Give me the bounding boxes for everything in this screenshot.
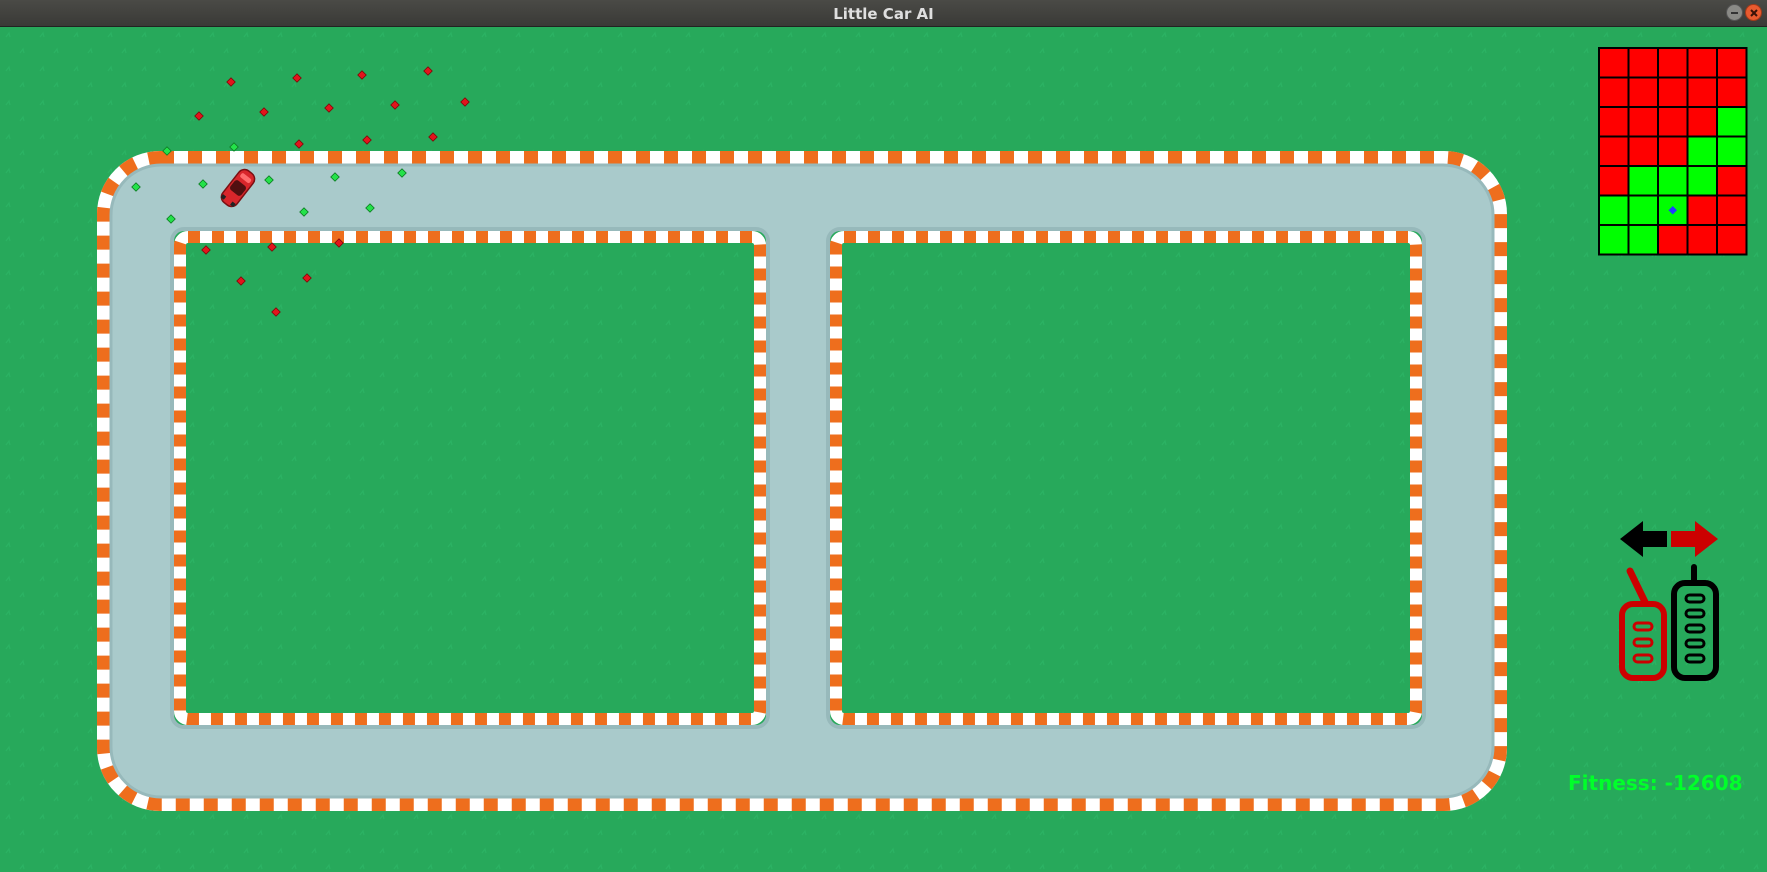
race-scene: [0, 27, 1767, 872]
grid-cell: [1718, 137, 1746, 165]
grid-cell: [1688, 226, 1716, 254]
fitness-score: Fitness: -12608: [1568, 771, 1743, 795]
inner-island-right: [830, 231, 1422, 725]
grid-cell: [1600, 78, 1628, 106]
grid-cell: [1718, 196, 1746, 224]
grid-cell: [1629, 167, 1657, 195]
grid-cell: [1600, 226, 1628, 254]
close-button[interactable]: [1745, 4, 1762, 21]
grid-cell: [1659, 78, 1687, 106]
grid-cell: [1718, 167, 1746, 195]
minimize-button[interactable]: [1726, 4, 1743, 21]
grid-cell: [1718, 108, 1746, 136]
grid-cell: [1600, 137, 1628, 165]
grid-cell: [1629, 49, 1657, 77]
grid-cell: [1629, 196, 1657, 224]
inner-island-left: [174, 231, 766, 725]
grid-cell: [1629, 137, 1657, 165]
perception-grid: [1598, 47, 1748, 256]
game-window: Little Car AI Fitness: -12608: [0, 0, 1767, 872]
grid-cell: [1688, 167, 1716, 195]
grid-cell: [1629, 226, 1657, 254]
grid-cell: [1629, 108, 1657, 136]
grid-cell: [1688, 49, 1716, 77]
grid-cell: [1600, 108, 1628, 136]
grid-cell: [1688, 78, 1716, 106]
grid-cell: [1600, 49, 1628, 77]
race-track: [97, 151, 1507, 811]
grid-cell: [1600, 167, 1628, 195]
window-title: Little Car AI: [833, 5, 934, 23]
grid-cell: [1688, 137, 1716, 165]
grid-cell: [1659, 167, 1687, 195]
grid-cell: [1718, 78, 1746, 106]
grid-cell: [1718, 49, 1746, 77]
grid-cell: [1718, 226, 1746, 254]
grid-cell: [1629, 78, 1657, 106]
grid-cell: [1659, 108, 1687, 136]
game-canvas: Fitness: -12608: [0, 27, 1767, 872]
grid-cell: [1659, 137, 1687, 165]
grid-cell: [1659, 49, 1687, 77]
grid-cell: [1688, 196, 1716, 224]
title-bar[interactable]: Little Car AI: [0, 0, 1767, 27]
grid-cell: [1688, 108, 1716, 136]
grid-cell: [1600, 196, 1628, 224]
grid-cell: [1659, 226, 1687, 254]
close-icon: [1750, 9, 1758, 17]
